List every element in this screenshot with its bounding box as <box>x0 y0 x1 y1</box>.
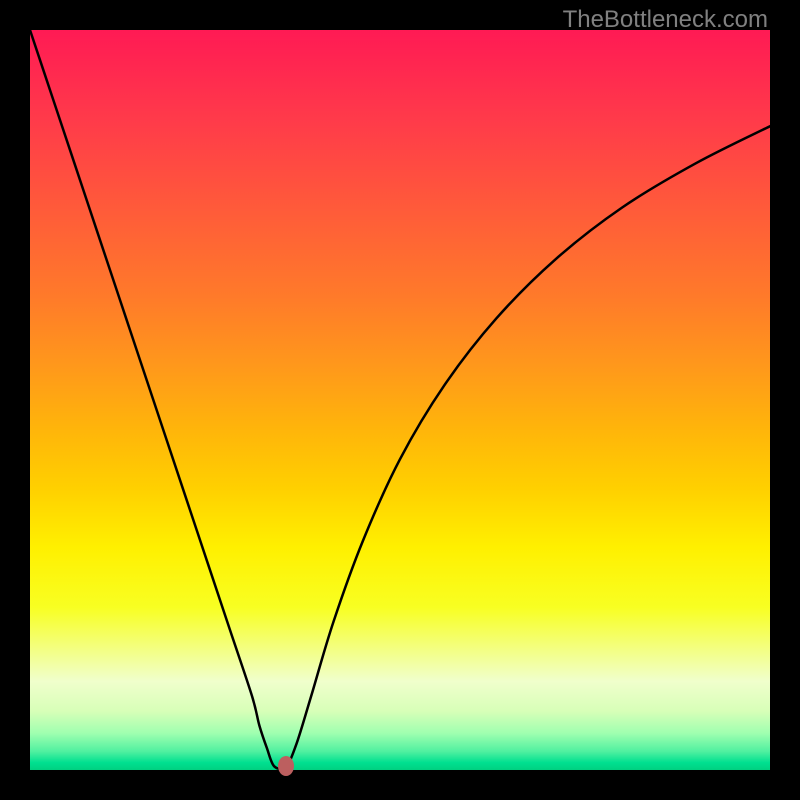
plot-area <box>30 30 770 770</box>
bottleneck-curve <box>30 30 770 770</box>
chart-container: TheBottleneck.com <box>0 0 800 800</box>
minimum-marker <box>278 756 294 776</box>
